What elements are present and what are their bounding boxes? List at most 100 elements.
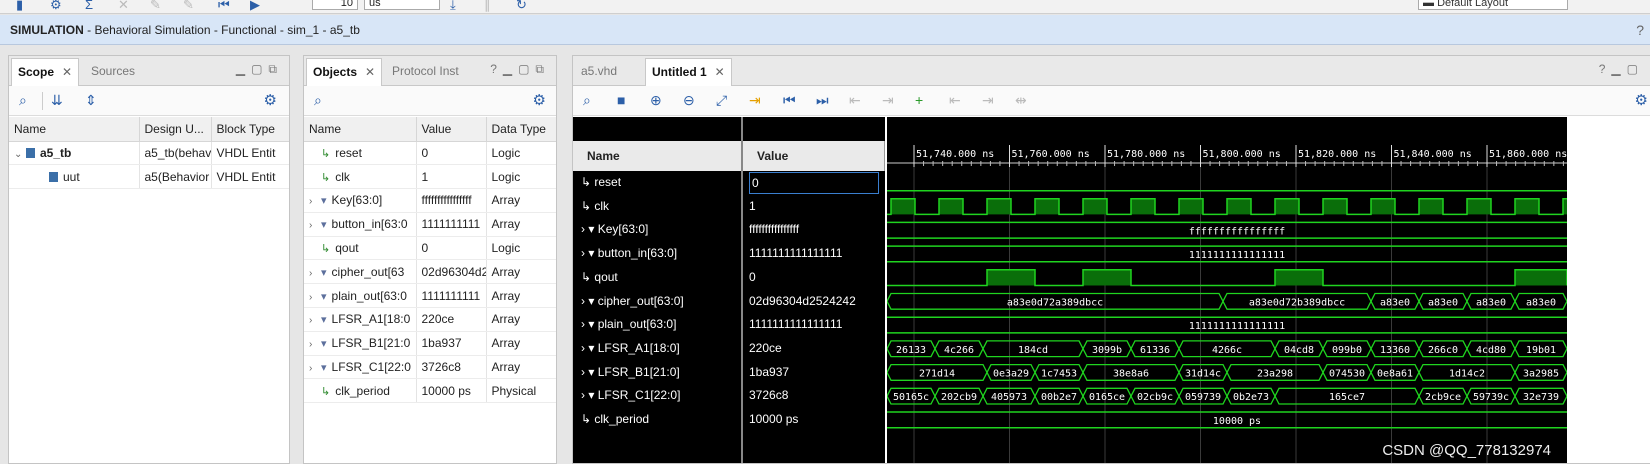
table-row[interactable]: ↳ qout 0 Logic: [304, 236, 556, 261]
cut-icon[interactable]: ✕: [118, 0, 129, 13]
wave-signal-row[interactable]: ↳ qout 0: [573, 266, 885, 290]
wave-clk-high: [891, 198, 915, 215]
tab-untitled-1[interactable]: Untitled 1 ✕: [645, 58, 732, 86]
search-icon[interactable]: ⌕: [583, 92, 591, 109]
close-icon[interactable]: ✕: [715, 65, 725, 79]
main-toolbar: ▮ ⚙ Σ ✕ ✎ ✎ ⏮ ▶ 10 us ⤓ ∥ ↻ ▬ Default La…: [0, 0, 1650, 14]
chevron-right-icon[interactable]: ›: [309, 315, 321, 326]
zoom-fit-icon[interactable]: ⤢: [716, 92, 727, 109]
wave-lfsr-a1-label: 266c0: [1428, 345, 1458, 356]
tab-objects[interactable]: Objects ✕: [306, 58, 383, 86]
go-to-start-icon[interactable]: ⏮: [783, 92, 796, 109]
pin-icon[interactable]: ✎: [183, 0, 194, 13]
play-icon[interactable]: ▶: [250, 0, 260, 13]
wave-signal-row[interactable]: › ▾ LFSR_B1[21:0] 1ba937: [573, 361, 885, 385]
wave-signal-name: ↳ clk: [581, 198, 610, 213]
wave-signal-row[interactable]: › ▾ LFSR_A1[18:0] 220ce: [573, 337, 885, 361]
tab-scope[interactable]: Scope ✕: [11, 58, 80, 86]
next-transition-icon[interactable]: ⇥: [882, 92, 894, 109]
tab-objects-label: Objects: [313, 65, 358, 79]
chevron-right-icon[interactable]: ›: [309, 292, 321, 303]
col-block-type[interactable]: Block Type: [211, 117, 289, 142]
col-value[interactable]: Value: [416, 117, 487, 142]
chevron-down-icon[interactable]: ⌄: [14, 149, 26, 160]
wave-signal-row[interactable]: › ▾ cipher_out[63:0] 02d96304d2524242: [573, 290, 885, 314]
add-marker-icon[interactable]: +: [915, 92, 923, 108]
scope-window-controls[interactable]: ▁▢⧉: [236, 62, 283, 77]
time-unit-select[interactable]: us: [364, 0, 440, 10]
table-row[interactable]: › ▾ cipher_out[63 02d96304d2 Array: [304, 259, 556, 285]
waveform-svg[interactable]: 51,740.000 ns 51,760.000 ns 51,780.000 ns 5…: [887, 117, 1567, 464]
relaunch-icon[interactable]: ↻: [516, 0, 527, 13]
wave-signal-row[interactable]: › ▾ LFSR_C1[22:0] 3726c8: [573, 384, 885, 408]
scope-row-unit: a5_tb(behav: [139, 141, 212, 166]
restart-icon[interactable]: ⏮: [218, 0, 230, 13]
go-to-end-icon[interactable]: ⏭: [816, 92, 829, 109]
search-icon[interactable]: ⌕: [314, 92, 322, 109]
gear-icon[interactable]: ⚙: [50, 0, 62, 13]
chevron-right-icon[interactable]: ›: [309, 268, 321, 279]
close-icon[interactable]: ✕: [62, 65, 72, 79]
gear-icon[interactable]: ⚙: [264, 91, 277, 109]
tab-a5-vhd[interactable]: a5.vhd: [575, 58, 623, 86]
next-marker-icon[interactable]: ⇥: [982, 92, 994, 109]
wave-signal-row[interactable]: ↳ reset 0: [573, 171, 885, 195]
goto-cursor-icon[interactable]: ⇥: [749, 92, 761, 109]
table-row[interactable]: › ▾ button_in[63:0 1111111111 Array: [304, 212, 556, 237]
tab-sources[interactable]: Sources: [85, 58, 141, 86]
edit-icon[interactable]: ✎: [150, 0, 161, 13]
search-icon[interactable]: ⌕: [19, 92, 27, 109]
wave-name-header[interactable]: Name: [573, 141, 743, 171]
table-row[interactable]: › ▾ LFSR_A1[18:0 220ce Array: [304, 307, 556, 332]
wave-value-header[interactable]: Value: [743, 141, 885, 171]
table-row[interactable]: › ▾ LFSR_B1[21:0 1ba937 Array: [304, 331, 556, 356]
collapse-all-icon[interactable]: ⇊: [51, 92, 63, 109]
zoom-in-icon[interactable]: ⊕: [650, 92, 662, 109]
table-row[interactable]: uut a5(Behavior VHDL Entit: [9, 164, 289, 190]
object-value: 220ce: [416, 307, 487, 332]
table-row[interactable]: ↳ clk 1 Logic: [304, 164, 556, 190]
pause-icon[interactable]: ∥: [484, 0, 491, 13]
expand-all-icon[interactable]: ⇕: [85, 92, 97, 109]
chevron-right-icon[interactable]: ›: [309, 196, 321, 207]
table-row[interactable]: › ▾ plain_out[63:0 1111111111 Array: [304, 283, 556, 309]
chevron-right-icon[interactable]: ›: [309, 363, 321, 374]
prev-marker-icon[interactable]: ⇤: [949, 92, 961, 109]
table-row[interactable]: › ▾ Key[63:0] ffffffffffffffff Array: [304, 188, 556, 213]
chevron-right-icon[interactable]: ›: [309, 339, 321, 350]
tab-protocol-inst[interactable]: Protocol Inst: [386, 58, 465, 86]
sigma-icon[interactable]: Σ: [85, 0, 93, 12]
table-row[interactable]: › ▾ LFSR_C1[22:0 3726c8 Array: [304, 355, 556, 380]
run-time-input[interactable]: 10: [312, 0, 358, 10]
wave-signal-row[interactable]: › ▾ button_in[63:0] 1111111111111111: [573, 242, 885, 266]
col-name[interactable]: Name: [9, 117, 140, 142]
table-row[interactable]: ↳ reset 0 Logic: [304, 141, 556, 166]
step-icon[interactable]: ⤓: [450, 0, 456, 13]
swap-cursors-icon[interactable]: ⇹: [1015, 92, 1027, 109]
wave-window-controls[interactable]: ?▁▢: [1599, 62, 1644, 76]
run-icon[interactable]: ▮: [16, 0, 23, 13]
prev-transition-icon[interactable]: ⇤: [849, 92, 861, 109]
gear-icon[interactable]: ⚙: [533, 91, 546, 109]
help-icon[interactable]: ?: [1636, 15, 1644, 45]
col-name[interactable]: Name: [304, 117, 417, 142]
layout-select[interactable]: ▬ Default Layout: [1418, 0, 1568, 10]
table-row[interactable]: ⌄ a5_tb a5_tb(behav VHDL Entit: [9, 141, 289, 166]
waveform-canvas[interactable]: 51,740.000 ns 51,760.000 ns 51,780.000 ns 5…: [887, 117, 1567, 464]
chevron-right-icon[interactable]: ›: [309, 220, 321, 231]
table-row[interactable]: ↳ clk_period 10000 ps Physical: [304, 378, 556, 404]
wave-signal-row[interactable]: › ▾ Key[63:0] ffffffffffffffff: [573, 218, 885, 242]
wave-signal-name: › ▾ cipher_out[63:0]: [581, 293, 684, 308]
col-data-type[interactable]: Data Type: [486, 117, 556, 142]
objects-window-controls[interactable]: ?▁▢⧉: [490, 62, 550, 77]
object-type: Logic: [486, 164, 556, 190]
gear-icon[interactable]: ⚙: [1635, 91, 1648, 109]
wave-signal-row[interactable]: ↳ clk_period 10000 ps: [573, 408, 885, 432]
col-design-unit[interactable]: Design U...: [139, 117, 212, 142]
object-type: Physical: [486, 378, 556, 404]
wave-signal-row[interactable]: ↳ clk 1: [573, 195, 885, 219]
close-icon[interactable]: ✕: [365, 65, 375, 79]
save-icon[interactable]: ■: [617, 92, 625, 108]
wave-signal-row[interactable]: › ▾ plain_out[63:0] 1111111111111111: [573, 313, 885, 337]
zoom-out-icon[interactable]: ⊖: [683, 92, 695, 109]
